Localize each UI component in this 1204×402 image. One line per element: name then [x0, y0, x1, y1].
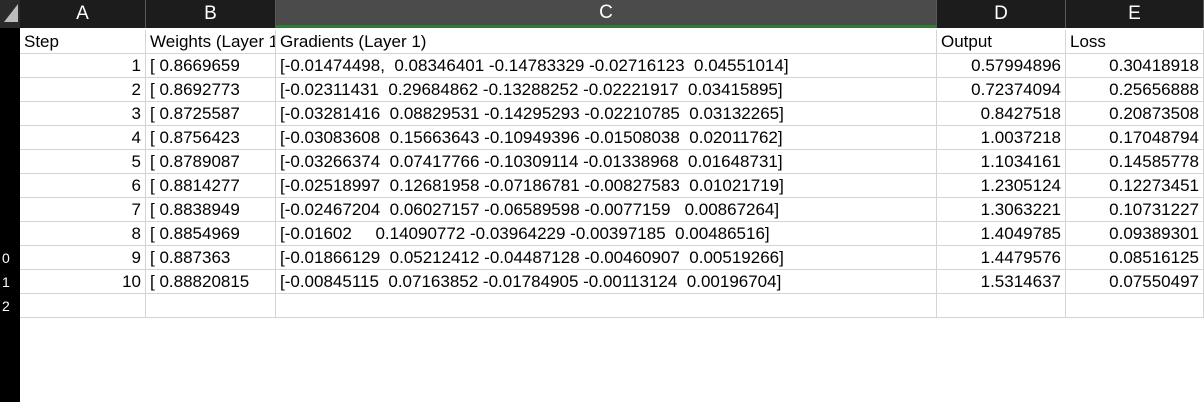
cell-d3[interactable]: 0.72374094 [937, 78, 1066, 102]
select-all-corner[interactable] [0, 0, 20, 28]
cell-e8[interactable]: 0.10731227 [1066, 198, 1204, 222]
cell-b12[interactable] [146, 294, 276, 318]
cell-d1[interactable]: Output [937, 30, 1066, 54]
cell-a1[interactable]: Step [20, 30, 146, 54]
cell-c3[interactable]: [-0.02311431 0.29684862 -0.13288252 -0.0… [276, 78, 937, 102]
cell-d4[interactable]: 0.8427518 [937, 102, 1066, 126]
cell-b9[interactable]: [ 0.8854969 [146, 222, 276, 246]
cell-c11[interactable]: [-0.00845115 0.07163852 -0.01784905 -0.0… [276, 270, 937, 294]
cell-d10[interactable]: 1.4479576 [937, 246, 1066, 270]
cell-e7[interactable]: 0.12273451 [1066, 174, 1204, 198]
select-all-triangle-icon [4, 4, 18, 22]
cell-a8[interactable]: 7 [20, 198, 146, 222]
cell-b6[interactable]: [ 0.8789087 [146, 150, 276, 174]
cell-e2[interactable]: 0.30418918 [1066, 54, 1204, 78]
cell-c8[interactable]: [-0.02467204 0.06027157 -0.06589598 -0.0… [276, 198, 937, 222]
cell-a9[interactable]: 8 [20, 222, 146, 246]
cell-b5[interactable]: [ 0.8756423 [146, 126, 276, 150]
row-header-2[interactable] [0, 54, 20, 78]
cell-b2[interactable]: [ 0.8669659 [146, 54, 276, 78]
cell-d6[interactable]: 1.1034161 [937, 150, 1066, 174]
cell-d9[interactable]: 1.4049785 [937, 222, 1066, 246]
cell-c10[interactable]: [-0.01866129 0.05212412 -0.04487128 -0.0… [276, 246, 937, 270]
cell-a11[interactable]: 10 [20, 270, 146, 294]
cell-a12[interactable] [20, 294, 146, 318]
row-header-8[interactable] [0, 198, 20, 222]
cell-e6[interactable]: 0.14585778 [1066, 150, 1204, 174]
row-header-3[interactable] [0, 78, 20, 102]
cell-d8[interactable]: 1.3063221 [937, 198, 1066, 222]
cell-d11[interactable]: 1.5314637 [937, 270, 1066, 294]
cell-a6[interactable]: 5 [20, 150, 146, 174]
cell-a7[interactable]: 6 [20, 174, 146, 198]
cell-e10[interactable]: 0.08516125 [1066, 246, 1204, 270]
cell-b4[interactable]: [ 0.8725587 [146, 102, 276, 126]
cell-c6[interactable]: [-0.03266374 0.07417766 -0.10309114 -0.0… [276, 150, 937, 174]
cell-d5[interactable]: 1.0037218 [937, 126, 1066, 150]
cell-e5[interactable]: 0.17048794 [1066, 126, 1204, 150]
cell-a5[interactable]: 4 [20, 126, 146, 150]
row-header-9[interactable] [0, 222, 20, 246]
cell-c1[interactable]: Gradients (Layer 1) [276, 30, 937, 54]
cell-c9[interactable]: [-0.01602 0.14090772 -0.03964229 -0.0039… [276, 222, 937, 246]
cell-d2[interactable]: 0.57994896 [937, 54, 1066, 78]
cell-c2[interactable]: [-0.01474498, 0.08346401 -0.14783329 -0.… [276, 54, 937, 78]
spreadsheet: A B C D E 012 Step Weights (Layer 1) Gradi… [0, 0, 1204, 402]
cell-b1[interactable]: Weights (Layer 1) [146, 30, 276, 54]
row-header-10[interactable]: 0 [0, 246, 20, 270]
cell-d7[interactable]: 1.2305124 [937, 174, 1066, 198]
cell-a2[interactable]: 1 [20, 54, 146, 78]
cell-e11[interactable]: 0.07550497 [1066, 270, 1204, 294]
column-header-e[interactable]: E [1066, 0, 1204, 28]
column-header-a[interactable]: A [20, 0, 146, 28]
cell-b7[interactable]: [ 0.8814277 [146, 174, 276, 198]
cell-d12[interactable] [937, 294, 1066, 318]
row-header-12[interactable]: 2 [0, 294, 20, 318]
cell-a3[interactable]: 2 [20, 78, 146, 102]
cell-c4[interactable]: [-0.03281416 0.08829531 -0.14295293 -0.0… [276, 102, 937, 126]
cell-a4[interactable]: 3 [20, 102, 146, 126]
cell-c7[interactable]: [-0.02518997 0.12681958 -0.07186781 -0.0… [276, 174, 937, 198]
cell-b11[interactable]: [ 0.88820815 [146, 270, 276, 294]
cell-b10[interactable]: [ 0.887363 [146, 246, 276, 270]
row-header-6[interactable] [0, 150, 20, 174]
column-header-d[interactable]: D [937, 0, 1066, 28]
column-header-c[interactable]: C [276, 0, 937, 28]
cell-c12[interactable] [276, 294, 937, 318]
cell-a10[interactable]: 9 [20, 246, 146, 270]
cell-e12[interactable] [1066, 294, 1204, 318]
row-header-7[interactable] [0, 174, 20, 198]
cell-e3[interactable]: 0.25656888 [1066, 78, 1204, 102]
cell-e9[interactable]: 0.09389301 [1066, 222, 1204, 246]
cell-e1[interactable]: Loss [1066, 30, 1204, 54]
cell-b8[interactable]: [ 0.8838949 [146, 198, 276, 222]
cell-b3[interactable]: [ 0.8692773 [146, 78, 276, 102]
row-header-11[interactable]: 1 [0, 270, 20, 294]
cell-e4[interactable]: 0.20873508 [1066, 102, 1204, 126]
cell-c5[interactable]: [-0.03083608 0.15663643 -0.10949396 -0.0… [276, 126, 937, 150]
row-header-5[interactable] [0, 126, 20, 150]
column-header-b[interactable]: B [146, 0, 276, 28]
row-header-4[interactable] [0, 102, 20, 126]
row-header-1[interactable] [0, 30, 20, 54]
